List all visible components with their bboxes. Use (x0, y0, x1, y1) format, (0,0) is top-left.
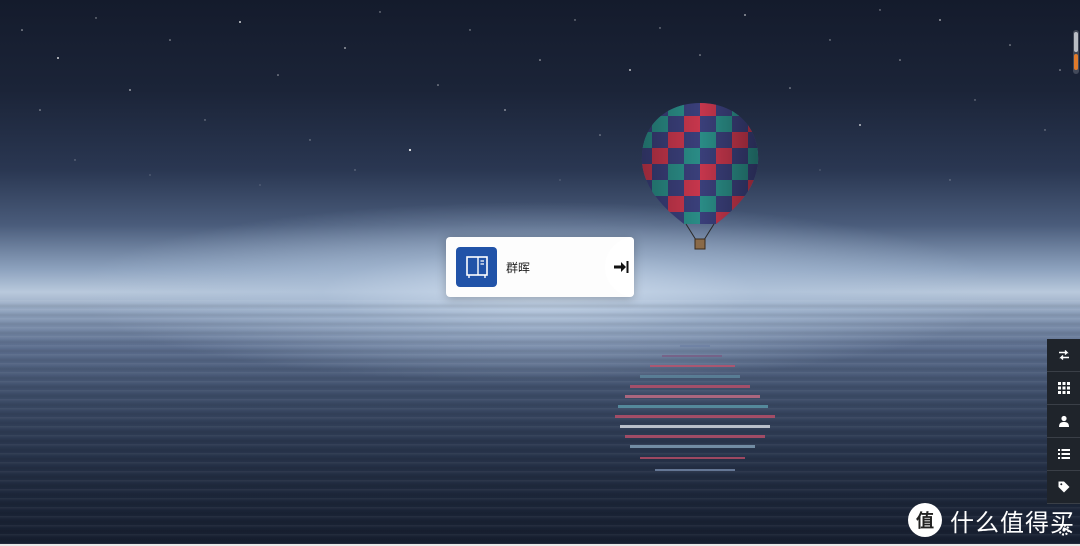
scrollbar-thumb[interactable] (1074, 32, 1078, 52)
tag-icon (1058, 481, 1069, 493)
hot-air-balloon-image (641, 103, 759, 250)
list-icon (1057, 449, 1070, 459)
watermark: 值 什么值得买 (908, 502, 1075, 538)
nas-server-icon[interactable] (456, 247, 497, 287)
watermark-logo-char: 值 (916, 511, 934, 532)
grid-icon (1057, 382, 1070, 394)
starfield (21, 9, 1061, 186)
list-button[interactable] (1047, 438, 1080, 471)
user-icon (1058, 415, 1069, 427)
app-launcher-card[interactable]: 群晖 (446, 237, 634, 297)
arrow-right-to-bar-icon[interactable] (613, 260, 629, 274)
gear-icon[interactable] (1057, 523, 1071, 537)
swap-button[interactable] (1047, 339, 1080, 372)
apps-grid-button[interactable] (1047, 372, 1080, 405)
app-name-label: 群晖 (506, 261, 531, 275)
scrollbar-accent (1074, 54, 1078, 70)
side-toolbar (1047, 339, 1080, 504)
watermark-logo: 值 (908, 503, 942, 537)
tag-button[interactable] (1047, 471, 1080, 504)
balloon-reflection (615, 345, 775, 471)
user-button[interactable] (1047, 405, 1080, 438)
swap-arrows-icon (1058, 350, 1069, 360)
